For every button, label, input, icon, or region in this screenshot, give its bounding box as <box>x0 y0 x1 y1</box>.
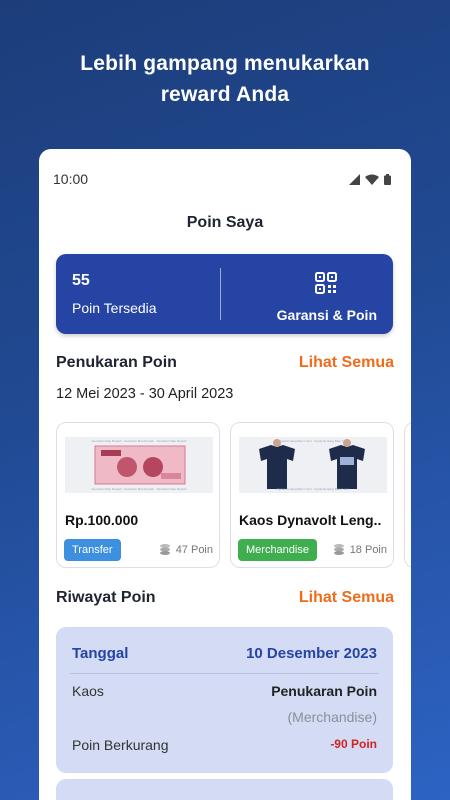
redeem-section-header: Penukaran Poin Lihat Semua <box>56 354 394 372</box>
redeem-card-tshirt[interactable]: Dynavolt Hang Baw 7 amt · Dynavolt Hang … <box>230 422 394 568</box>
wifi-icon <box>365 174 379 185</box>
warranty-points-label: Garansi & Poin <box>276 307 377 323</box>
redeem-points: 47 Poin <box>158 543 213 557</box>
history-date-value: 10 Desember 2023 <box>246 645 377 662</box>
history-see-all-link[interactable]: Lihat Semua <box>299 589 394 607</box>
page-title: Poin Saya <box>186 214 264 231</box>
phone-screen: 10:00 Poin Saya 55 Poin Tersedia Garansi… <box>39 149 411 800</box>
history-points-value: -90 Poin <box>330 737 377 751</box>
money-banknote-image: Sentuhan Mau Rupiah · Sentuhan Mau Rupia… <box>65 437 213 493</box>
coins-icon <box>159 544 170 555</box>
points-card: 55 Poin Tersedia Garansi & Poin <box>56 254 393 334</box>
redeem-item-name: Kaos Dynavolt Leng.. <box>239 512 382 528</box>
tshirt-image: Dynavolt Hang Baw 7 amt · Dynavolt Hang … <box>239 437 387 493</box>
promo-headline: Lebih gampang menukarkan reward Anda <box>0 48 450 110</box>
redeem-list[interactable]: Sentuhan Mau Rupiah · Sentuhan Mau Rupia… <box>56 422 411 568</box>
signal-icon <box>349 173 360 185</box>
available-points: 55 Poin Tersedia <box>72 272 157 316</box>
redeem-category-badge: Merchandise <box>238 539 317 561</box>
redeem-see-all-link[interactable]: Lihat Semua <box>299 354 394 372</box>
history-date-label: Tanggal <box>72 645 129 662</box>
status-time: 10:00 <box>53 171 89 187</box>
history-date-row: Tanggal 10 Desember 2023 <box>72 645 377 662</box>
history-section-title: Riwayat Poin <box>56 589 156 606</box>
history-item-row: Kaos Penukaran Poin <box>72 683 377 699</box>
history-entry-card[interactable]: Tanggal 10 Desember 2023 Kaos Penukaran … <box>56 627 393 773</box>
history-item-name: Kaos <box>72 683 104 699</box>
redeem-points-value: 47 Poin <box>175 544 213 556</box>
points-divider <box>220 268 221 320</box>
redeem-points: 18 Poin <box>332 543 387 557</box>
history-points-label: Poin Berkurang <box>72 737 169 753</box>
redeem-item-name: Rp.100.000 <box>65 512 139 528</box>
points-label: Poin Tersedia <box>72 300 157 316</box>
history-item-type: Penukaran Poin <box>271 683 377 699</box>
redeem-category-badge: Transfer <box>64 539 121 561</box>
history-points-row: Poin Berkurang -90 Poin <box>72 737 377 753</box>
battery-icon <box>384 173 391 185</box>
redeem-section-title: Penukaran Poin <box>56 354 177 371</box>
qr-scan-icon <box>315 272 337 299</box>
promo-line-1: Lebih gampang menukarkan <box>80 52 370 75</box>
history-divider <box>70 673 379 674</box>
redeem-date-range: 12 Mei 2023 - 30 April 2023 <box>56 386 234 402</box>
history-item-category: (Merchandise) <box>287 709 377 725</box>
redeem-card-partial[interactable] <box>404 422 411 568</box>
warranty-points-button[interactable]: Garansi & Poin <box>277 272 377 323</box>
redeem-card-money[interactable]: Sentuhan Mau Rupiah · Sentuhan Mau Rupia… <box>56 422 220 568</box>
points-value: 55 <box>72 272 90 289</box>
status-icons <box>349 173 391 185</box>
redeem-points-value: 18 Poin <box>349 544 387 556</box>
coins-icon <box>333 544 344 555</box>
promo-line-2: reward Anda <box>160 83 290 106</box>
history-entry-card-partial[interactable] <box>56 779 393 800</box>
history-section-header: Riwayat Poin Lihat Semua <box>56 589 394 607</box>
status-bar: 10:00 <box>53 169 391 189</box>
